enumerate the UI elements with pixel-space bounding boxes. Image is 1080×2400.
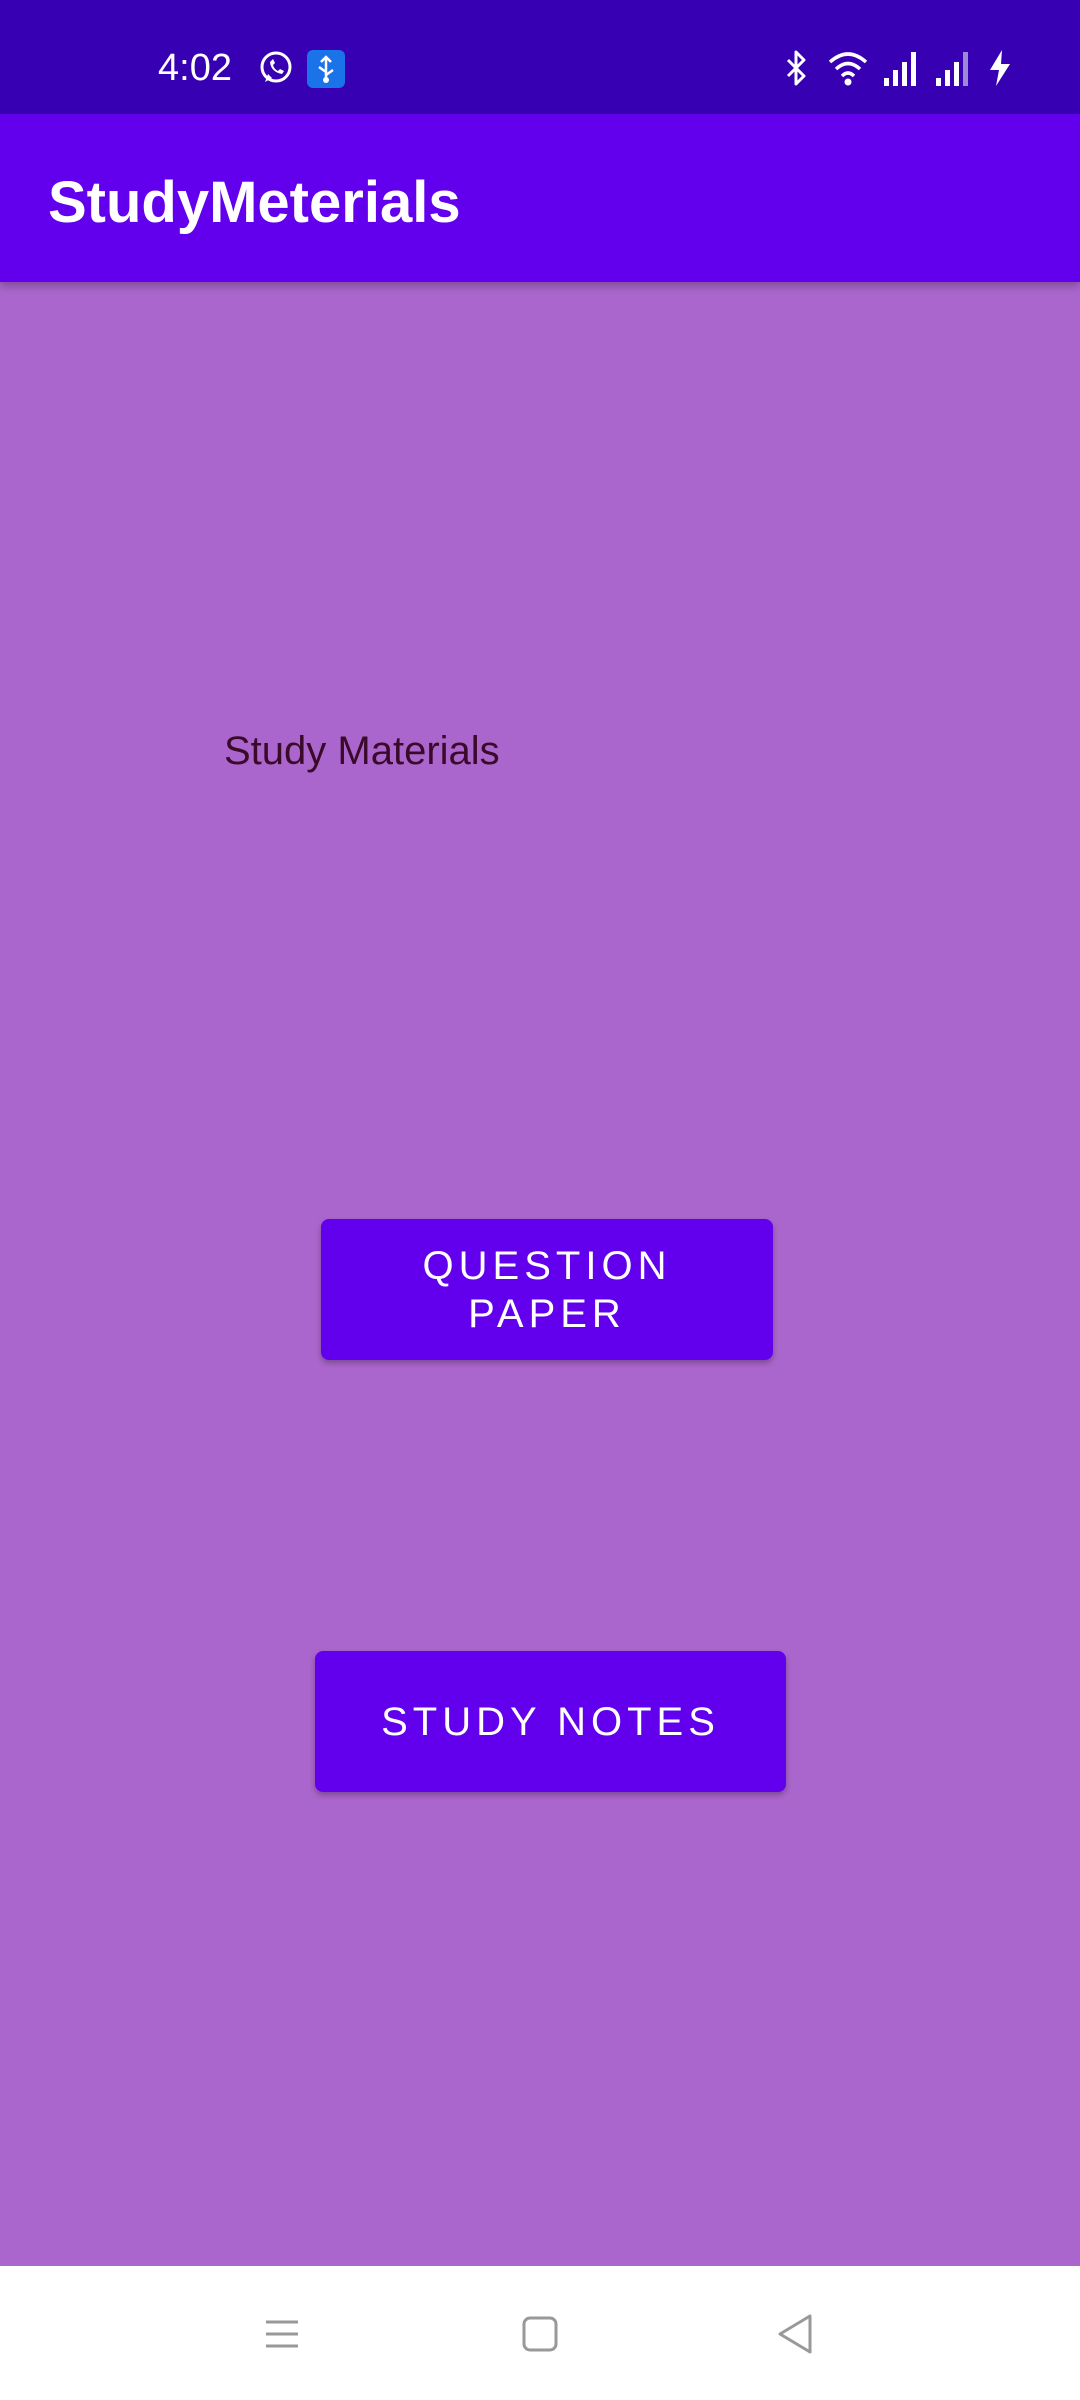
back-icon[interactable] [772,2310,820,2358]
whatsapp-icon [256,48,296,88]
usb-icon [307,50,347,90]
study-notes-button[interactable]: STUDY NOTES [315,1651,786,1792]
question-paper-button[interactable]: QUESTION PAPER [321,1219,773,1360]
signal-1-icon [882,48,922,88]
menu-icon[interactable] [258,2310,306,2358]
status-bar: 4:02 [0,0,1080,114]
app-title: StudyMeterials [48,170,461,235]
status-time: 4:02 [158,47,232,89]
wifi-icon [826,48,868,88]
bluetooth-icon [780,48,820,88]
app-bar: StudyMeterials [0,114,1080,282]
signal-2-icon [934,48,974,88]
screen: 4:02 StudyMeterials Study Materials QUES… [0,0,1080,2400]
charging-icon [986,48,1026,88]
navigation-bar [0,2266,1080,2400]
study-materials-label: Study Materials [224,729,500,773]
home-icon[interactable] [516,2310,564,2358]
